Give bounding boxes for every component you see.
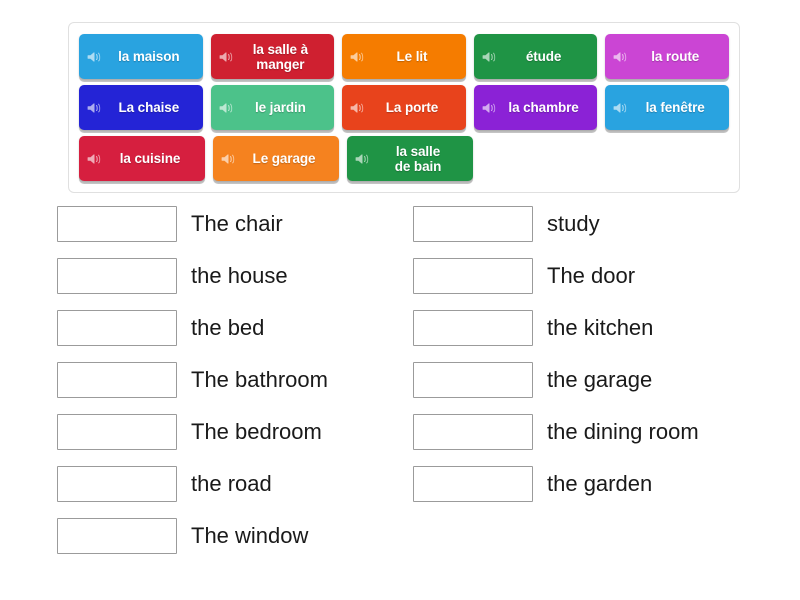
answer-row: The bathroom — [57, 354, 407, 406]
word-tile[interactable]: La chaise — [79, 85, 203, 130]
speaker-icon[interactable] — [350, 49, 365, 64]
answer-label: the dining room — [547, 419, 699, 444]
answer-row: The door — [413, 250, 798, 302]
word-tile[interactable]: étude — [473, 34, 598, 79]
word-tile[interactable]: le jardin — [210, 85, 335, 130]
answer-column-right: study The door the kitchen the garage the di… — [413, 198, 798, 510]
answer-drop-slot[interactable] — [57, 362, 177, 398]
speaker-icon[interactable] — [613, 49, 628, 64]
answer-label: the bed — [191, 315, 265, 340]
answer-row: the house — [57, 250, 407, 302]
answer-label: The window — [191, 523, 309, 548]
answer-row: The chair — [57, 198, 407, 250]
answer-drop-slot[interactable] — [57, 414, 177, 450]
word-tile-tray: la maison la salle à manger Le lit étude la … — [68, 22, 740, 193]
word-tile[interactable]: la salle à manger — [210, 34, 335, 79]
speaker-icon[interactable] — [613, 100, 628, 115]
answer-drop-slot[interactable] — [413, 362, 533, 398]
answer-drop-slot[interactable] — [57, 206, 177, 242]
answer-row: the kitchen — [413, 302, 798, 354]
answer-row: the garden — [413, 458, 798, 510]
answer-drop-slot[interactable] — [57, 258, 177, 294]
answer-row: study — [413, 198, 798, 250]
answer-drop-slot[interactable] — [413, 206, 533, 242]
answer-label: The chair — [191, 211, 283, 236]
word-tile[interactable]: la chambre — [473, 85, 598, 130]
answer-label: the kitchen — [547, 315, 654, 340]
tile-row: la maison la salle à manger Le lit étude la … — [75, 31, 733, 82]
speaker-icon[interactable] — [482, 49, 497, 64]
answer-drop-slot[interactable] — [413, 310, 533, 346]
answer-label: the road — [191, 471, 272, 496]
answer-drop-slot[interactable] — [413, 258, 533, 294]
speaker-icon[interactable] — [219, 100, 234, 115]
answer-row: The window — [57, 510, 407, 562]
word-tile[interactable]: Le garage — [213, 136, 339, 181]
answer-label: the garden — [547, 471, 653, 496]
word-tile[interactable]: la salle de bain — [347, 136, 473, 181]
tile-row: La chaise le jardin La porte la chambre la f… — [75, 82, 733, 133]
answer-label: The bedroom — [191, 419, 322, 444]
answer-label: the house — [191, 263, 288, 288]
answer-label: The door — [547, 263, 636, 288]
answer-drop-slot[interactable] — [57, 466, 177, 502]
answer-row: The bedroom — [57, 406, 407, 458]
speaker-icon[interactable] — [219, 49, 234, 64]
answer-label: The bathroom — [191, 367, 328, 392]
speaker-icon[interactable] — [221, 151, 236, 166]
word-tile[interactable]: La porte — [342, 85, 466, 130]
speaker-icon[interactable] — [482, 100, 497, 115]
answer-row: the road — [57, 458, 407, 510]
answer-drop-slot[interactable] — [413, 414, 533, 450]
word-tile[interactable]: la route — [605, 34, 729, 79]
answer-row: the garage — [413, 354, 798, 406]
speaker-icon[interactable] — [87, 49, 102, 64]
speaker-icon[interactable] — [87, 151, 102, 166]
answer-label: study — [547, 211, 600, 236]
word-tile[interactable]: la cuisine — [79, 136, 205, 181]
word-tile[interactable]: Le lit — [342, 34, 466, 79]
speaker-icon[interactable] — [350, 100, 365, 115]
speaker-icon[interactable] — [87, 100, 102, 115]
answer-drop-slot[interactable] — [413, 466, 533, 502]
word-tile[interactable]: la maison — [79, 34, 203, 79]
answer-drop-slot[interactable] — [57, 310, 177, 346]
answer-column-left: The chair the house the bed The bathroom The… — [57, 198, 407, 562]
answer-label: the garage — [547, 367, 653, 392]
answer-drop-slot[interactable] — [57, 518, 177, 554]
answer-row: the bed — [57, 302, 407, 354]
word-tile[interactable]: la fenêtre — [605, 85, 729, 130]
answer-list: The chair the house the bed The bathroom The… — [0, 198, 800, 588]
tile-row: la cuisine Le garage la salle de bain — [75, 133, 733, 184]
answer-row: the dining room — [413, 406, 798, 458]
speaker-icon[interactable] — [355, 151, 370, 166]
